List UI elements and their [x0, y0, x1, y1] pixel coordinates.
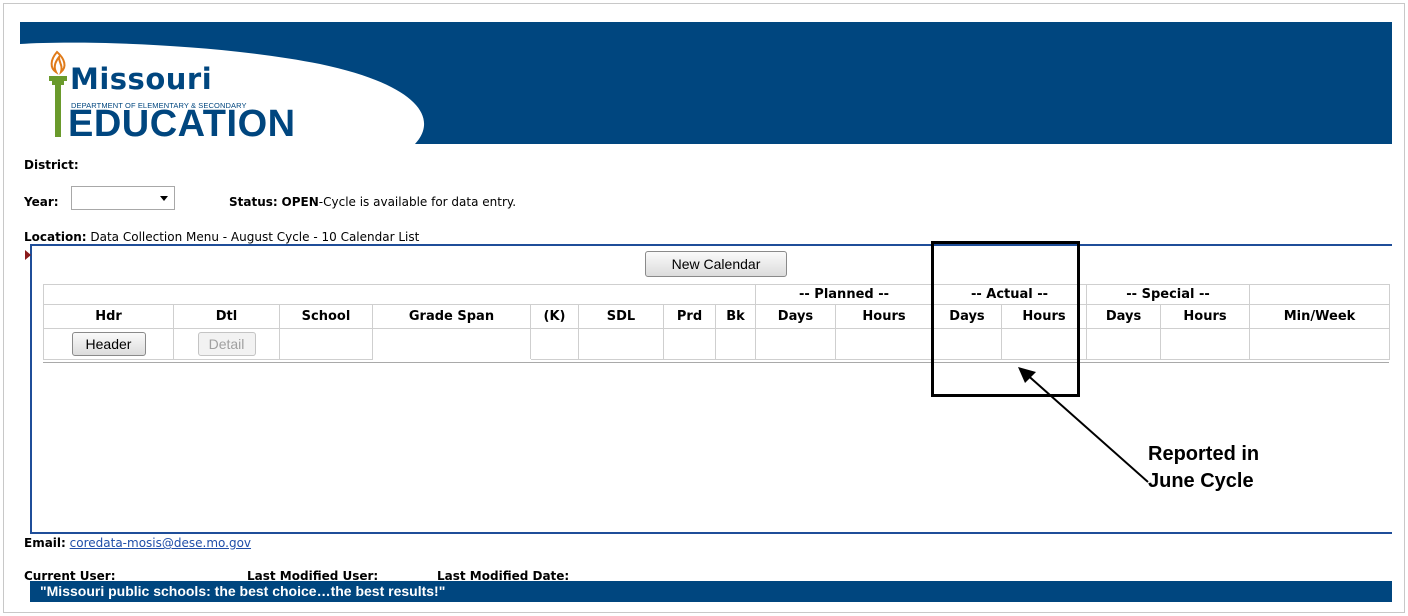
col-planned-days: Days	[755, 304, 836, 329]
col-hdr: Hdr	[43, 304, 174, 329]
col-k: (K)	[530, 304, 579, 329]
district-row: District:	[24, 158, 79, 172]
motto-bar: "Missouri public schools: the best choic…	[30, 581, 1392, 602]
cell-special-days	[1086, 328, 1162, 360]
cell-planned-days	[755, 328, 836, 360]
row-marker-icon	[25, 250, 31, 260]
col-planned-hours: Hours	[835, 304, 933, 329]
callout-line-2: June Cycle	[1148, 470, 1254, 492]
cell-k	[530, 328, 579, 360]
col-grade-span: Grade Span	[372, 304, 531, 329]
email-label: Email:	[24, 536, 66, 550]
panel-top-border	[30, 244, 1392, 246]
dese-logo: Missouri DEPARTMENT OF ELEMENTARY & SECO…	[42, 50, 302, 144]
cell-grade-span	[372, 328, 531, 360]
logo-missouri-text: Missouri	[70, 62, 213, 96]
group-planned: -- Planned --	[755, 284, 933, 305]
col-sdl: SDL	[578, 304, 664, 329]
table-row: Header Detail	[43, 328, 1391, 360]
col-school: School	[279, 304, 373, 329]
cell-min-week	[1249, 328, 1391, 360]
district-label: District:	[24, 158, 79, 172]
col-dtl: Dtl	[173, 304, 280, 329]
callout-arrow-icon	[1018, 367, 1149, 483]
chevron-down-icon	[160, 196, 168, 201]
cell-school	[279, 328, 373, 360]
callout-line-1: Reported in	[1148, 443, 1260, 465]
col-prd: Prd	[663, 304, 716, 329]
email-link[interactable]: coredata-mosis@dese.mo.gov	[70, 536, 251, 550]
year-select[interactable]	[71, 186, 175, 210]
col-special-hours: Hours	[1160, 304, 1251, 329]
cell-bk	[715, 328, 756, 360]
cell-planned-hours	[835, 328, 933, 360]
status-text: -Cycle is available for data entry.	[318, 195, 517, 209]
new-calendar-button[interactable]: New Calendar	[645, 251, 787, 277]
col-special-days: Days	[1086, 304, 1162, 329]
group-special: -- Special --	[1086, 284, 1251, 305]
status-value: OPEN	[281, 195, 319, 209]
header-banner: Missouri DEPARTMENT OF ELEMENTARY & SECO…	[20, 22, 1392, 144]
year-label: Year:	[24, 195, 59, 209]
logo-education-text: EDUCATION	[68, 103, 296, 144]
detail-button[interactable]: Detail	[197, 332, 256, 356]
col-min-week: Min/Week	[1249, 304, 1391, 329]
motto-text: "Missouri public schools: the best choic…	[40, 583, 446, 599]
location-label: Location:	[24, 230, 87, 244]
table-bottom-border	[43, 362, 1389, 363]
panel-left-border	[30, 244, 32, 534]
group-blank-cell	[43, 284, 756, 305]
cell-sdl	[578, 328, 664, 360]
cell-prd	[663, 328, 716, 360]
email-row: Email: coredata-mosis@dese.mo.gov	[24, 536, 251, 550]
cell-special-hours	[1160, 328, 1251, 360]
cell-hdr: Header	[43, 328, 174, 360]
calendar-table: -- Planned -- -- Actual -- -- Special --…	[43, 284, 1391, 360]
panel-bottom-border	[30, 532, 1392, 534]
location-row: Location: Data Collection Menu - August …	[24, 230, 419, 244]
location-value: Data Collection Menu - August Cycle - 10…	[90, 230, 420, 244]
year-row: Year:	[24, 195, 59, 209]
header-button[interactable]: Header	[71, 332, 146, 356]
column-header-row: Hdr Dtl School Grade Span (K) SDL Prd Bk…	[43, 304, 1391, 329]
callout-text: Reported in June Cycle	[1148, 441, 1338, 495]
cell-dtl: Detail	[173, 328, 280, 360]
group-header-row: -- Planned -- -- Actual -- -- Special --	[43, 284, 1391, 305]
group-blank-cell	[1249, 284, 1391, 305]
status-label: Status:	[229, 195, 278, 209]
status-row: Status: OPEN-Cycle is available for data…	[229, 195, 516, 209]
col-bk: Bk	[715, 304, 756, 329]
